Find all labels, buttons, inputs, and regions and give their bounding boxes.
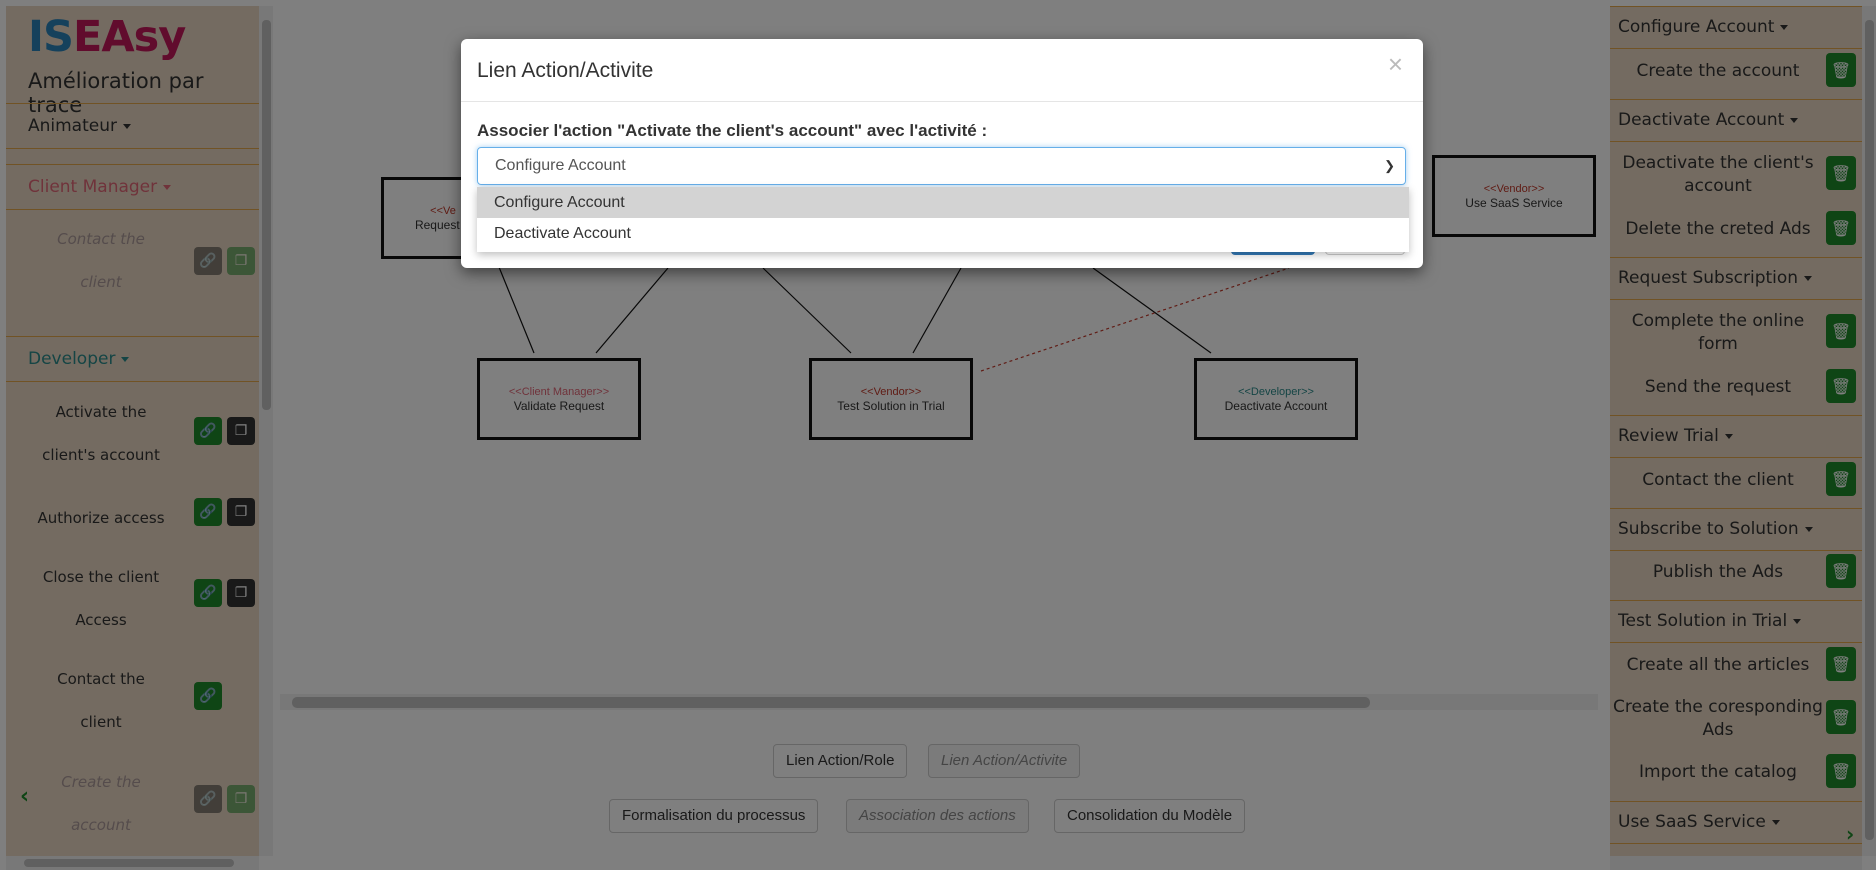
close-icon[interactable]: × [1388,49,1403,80]
modal-label: Associer l'action "Activate the client's… [477,121,988,140]
activity-select[interactable]: Configure Account ❯ [477,147,1406,185]
modal-title: Lien Action/Activite [477,59,654,82]
dropdown-option-deactivate-account[interactable]: Deactivate Account [477,218,1409,249]
lien-action-activite-modal: Lien Action/Activite × Associer l'action… [461,39,1423,268]
activity-dropdown: Configure Account Deactivate Account [477,187,1409,252]
chevron-down-icon: ❯ [1384,158,1395,173]
dropdown-option-configure-account[interactable]: Configure Account [477,187,1409,218]
modal-divider [461,101,1423,102]
